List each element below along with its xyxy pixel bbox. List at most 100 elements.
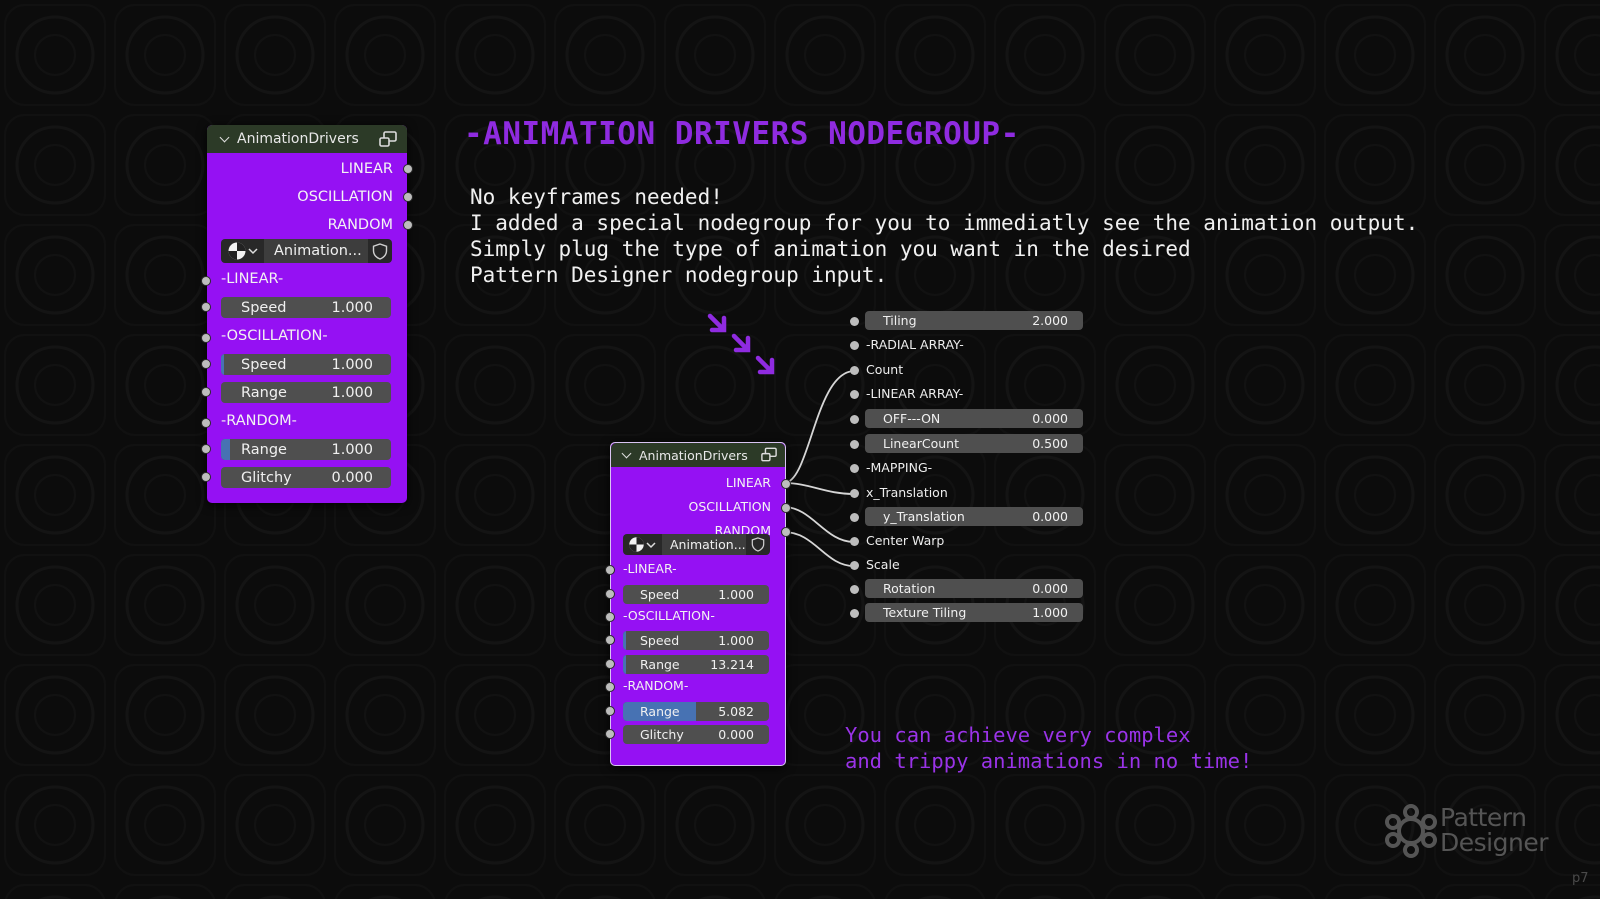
input-socket[interactable] — [201, 276, 211, 286]
field-oscillation-range[interactable]: Range 1.000 — [221, 382, 391, 403]
globe-icon[interactable] — [227, 241, 247, 261]
field-value: 0.000 — [1032, 411, 1068, 426]
field-fill — [221, 354, 225, 375]
fake-user-toggle[interactable] — [746, 537, 770, 552]
input-socket-oscillation-speed[interactable] — [201, 359, 211, 369]
input-socket-y-translation[interactable] — [850, 513, 859, 522]
input-socket[interactable] — [605, 612, 615, 622]
input-socket[interactable] — [201, 418, 211, 428]
field-value: 1.000 — [331, 441, 373, 458]
logo-line: Designer — [1440, 828, 1548, 857]
node-header[interactable]: AnimationDrivers — [611, 443, 785, 467]
node-group-icon[interactable] — [761, 447, 777, 462]
field-random-range[interactable]: Range 1.000 — [221, 439, 391, 460]
input-socket-center-warp[interactable] — [850, 537, 859, 546]
field-off-on[interactable]: OFF---ON 0.000 — [865, 409, 1083, 428]
field-label: Rotation — [883, 581, 936, 596]
chevron-down-icon[interactable] — [220, 135, 229, 144]
fake-user-toggle[interactable] — [368, 242, 392, 260]
globe-icon[interactable] — [628, 536, 645, 553]
note-line: You can achieve very complex — [845, 723, 1191, 747]
chevron-down-icon[interactable] — [622, 451, 631, 460]
input-socket-scale[interactable] — [850, 561, 859, 570]
field-y-translation[interactable]: y_Translation 0.000 — [865, 507, 1083, 526]
field-linear-speed[interactable]: Speed 1.000 — [221, 297, 391, 318]
output-socket-oscillation[interactable] — [403, 192, 413, 202]
field-oscillation-range[interactable]: Range 13.214 — [623, 655, 769, 674]
input-socket-texture-tiling[interactable] — [850, 609, 859, 618]
input-socket[interactable] — [201, 333, 211, 343]
field-texture-tiling[interactable]: Texture Tiling 1.000 — [865, 603, 1083, 622]
input-socket-oscillation-speed[interactable] — [605, 635, 615, 645]
chevron-down-icon[interactable] — [646, 541, 656, 549]
input-socket-rotation[interactable] — [850, 585, 859, 594]
input-socket-random-glitchy[interactable] — [605, 729, 615, 739]
input-socket-linear-speed[interactable] — [201, 302, 211, 312]
animation-drivers-node-large[interactable]: AnimationDrivers LINEAR OSCILLATION RAND… — [201, 125, 413, 503]
input-socket-oscillation-range[interactable] — [201, 387, 211, 397]
datablock-name[interactable]: Animation... — [264, 239, 368, 263]
field-label: Range — [640, 704, 680, 719]
output-socket-oscillation[interactable] — [781, 503, 791, 513]
field-random-glitchy[interactable]: Glitchy 0.000 — [221, 467, 391, 488]
field-rotation[interactable]: Rotation 0.000 — [865, 579, 1083, 598]
datablock-selector[interactable]: Animation... — [623, 534, 770, 555]
input-socket[interactable] — [605, 682, 615, 692]
input-socket-random-range[interactable] — [201, 444, 211, 454]
slide-title: -ANIMATION DRIVERS NODEGROUP- — [464, 116, 1020, 152]
field-label: Glitchy — [640, 727, 684, 742]
field-label: Tiling — [883, 313, 917, 328]
input-socket[interactable] — [605, 565, 615, 575]
input-socket[interactable] — [850, 464, 859, 473]
output-oscillation: OSCILLATION — [297, 189, 393, 205]
input-socket-off-on[interactable] — [850, 415, 859, 424]
description-line: No keyframes needed! — [470, 185, 723, 209]
input-socket[interactable] — [850, 341, 859, 350]
field-value: 1.000 — [1032, 605, 1068, 620]
node-group-icon[interactable] — [379, 131, 397, 147]
field-value: 1.000 — [331, 356, 373, 373]
logo-line: Pattern — [1440, 803, 1527, 832]
input-socket-tiling[interactable] — [850, 317, 859, 326]
node-header[interactable]: AnimationDrivers — [207, 125, 407, 153]
field-value: 5.082 — [718, 704, 754, 719]
input-socket-random-glitchy[interactable] — [201, 472, 211, 482]
shield-icon — [372, 242, 388, 260]
section-oscillation: -OSCILLATION- — [623, 608, 715, 623]
field-value: 0.000 — [1032, 581, 1068, 596]
description-line: Simply plug the type of animation you wa… — [470, 237, 1191, 261]
field-oscillation-speed[interactable]: Speed 1.000 — [221, 354, 391, 375]
output-socket-linear[interactable] — [403, 164, 413, 174]
section-mapping: -MAPPING- — [866, 460, 933, 475]
field-fill — [623, 631, 626, 650]
chevron-down-icon[interactable] — [248, 247, 258, 255]
input-socket-count[interactable] — [850, 366, 859, 375]
field-random-range[interactable]: Range 5.082 — [623, 702, 769, 721]
output-socket-random[interactable] — [403, 220, 413, 230]
field-tiling[interactable]: Tiling 2.000 — [865, 311, 1083, 330]
field-label: Range — [640, 657, 680, 672]
field-linear-speed[interactable]: Speed 1.000 — [623, 585, 769, 604]
description-line: I added a special nodegroup for you to i… — [470, 211, 1419, 235]
datablock-selector[interactable]: Animation... — [221, 239, 392, 263]
input-socket-x-translation[interactable] — [850, 489, 859, 498]
field-oscillation-speed[interactable]: Speed 1.000 — [623, 631, 769, 650]
input-socket[interactable] — [850, 390, 859, 399]
field-linear-count[interactable]: LinearCount 0.500 — [865, 434, 1083, 453]
pointer-arrows-icon — [707, 313, 775, 375]
input-socket-oscillation-range[interactable] — [605, 659, 615, 669]
logo-text: Pattern Designer — [1440, 805, 1548, 855]
datablock-name[interactable]: Animation... — [662, 534, 746, 555]
field-label: Range — [241, 441, 287, 458]
field-random-glitchy[interactable]: Glitchy 0.000 — [623, 725, 769, 744]
input-socket-random-range[interactable] — [605, 706, 615, 716]
animation-drivers-node-small[interactable]: AnimationDrivers LINEAR OSCILLATION RAND… — [605, 442, 791, 766]
output-linear: LINEAR — [725, 475, 771, 490]
output-socket-random[interactable] — [781, 527, 791, 537]
section-oscillation: -OSCILLATION- — [221, 328, 328, 344]
input-socket-linear-count[interactable] — [850, 440, 859, 449]
input-scale-label: Scale — [866, 557, 900, 572]
input-socket-linear-speed[interactable] — [605, 589, 615, 599]
input-count-label: Count — [866, 362, 904, 377]
output-socket-linear[interactable] — [781, 479, 791, 489]
